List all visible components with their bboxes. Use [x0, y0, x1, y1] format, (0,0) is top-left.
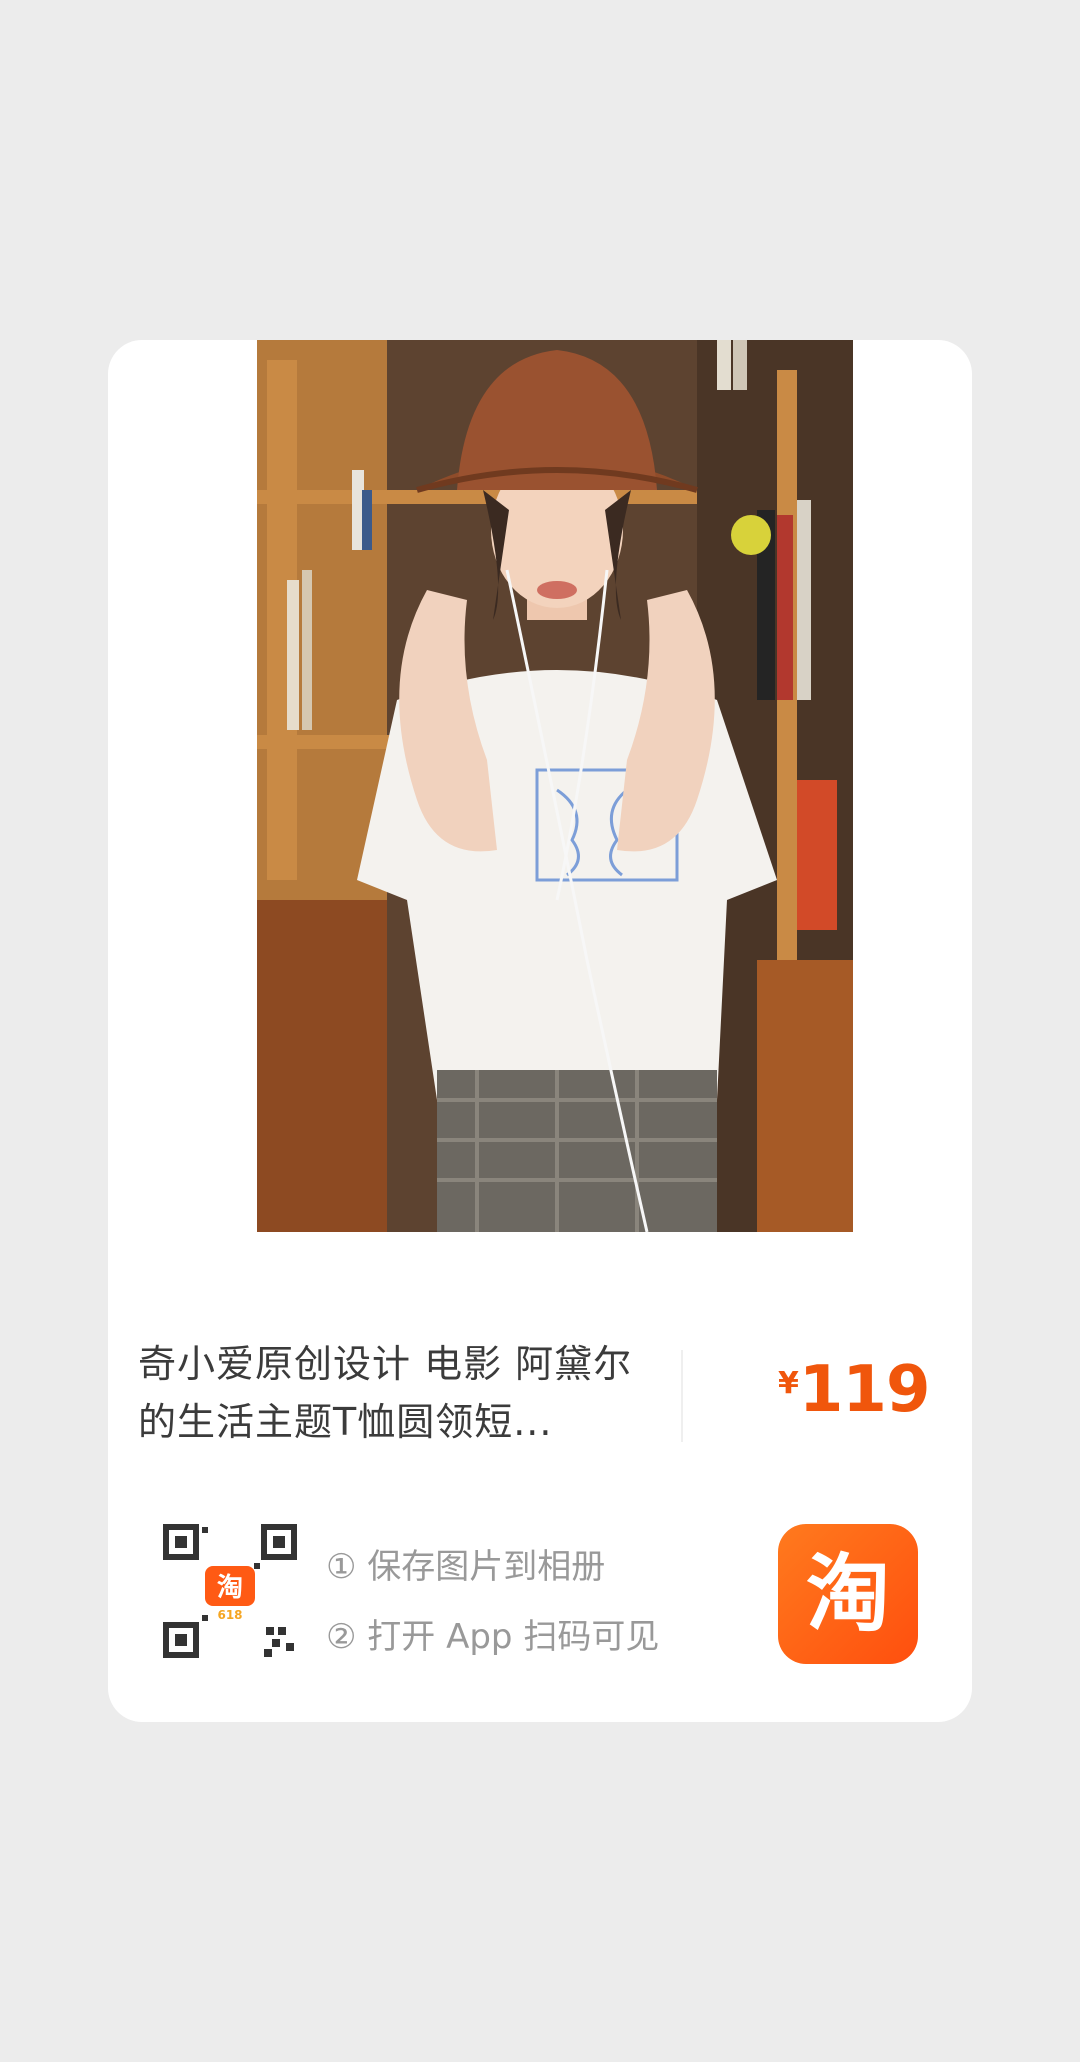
instruction-step-2: ② 打开 App 扫码可见: [326, 1617, 660, 1657]
divider: [681, 1350, 683, 1442]
qr-badge-label: 淘: [217, 1573, 243, 1603]
instruction-step-1: ① 保存图片到相册: [326, 1547, 606, 1587]
price-value: 119: [798, 1353, 931, 1427]
product-photo[interactable]: [257, 340, 853, 1232]
taobao-app-icon[interactable]: 淘: [778, 1524, 918, 1664]
product-title[interactable]: 奇小爱原创设计 电影 阿黛尔的生活主题T恤圆领短...: [138, 1335, 638, 1451]
scan-instructions: ① 保存图片到相册 ② 打开 App 扫码可见: [326, 1532, 659, 1672]
product-price: ¥119: [778, 1353, 931, 1427]
share-card: 奇小爱原创设计 电影 阿黛尔的生活主题T恤圆领短... ¥119 淘 618 ①…: [108, 340, 972, 1722]
currency-symbol: ¥: [778, 1366, 799, 1401]
qr-code[interactable]: 淘 618: [162, 1523, 298, 1659]
qr-badge-sub: 618: [217, 1608, 242, 1622]
